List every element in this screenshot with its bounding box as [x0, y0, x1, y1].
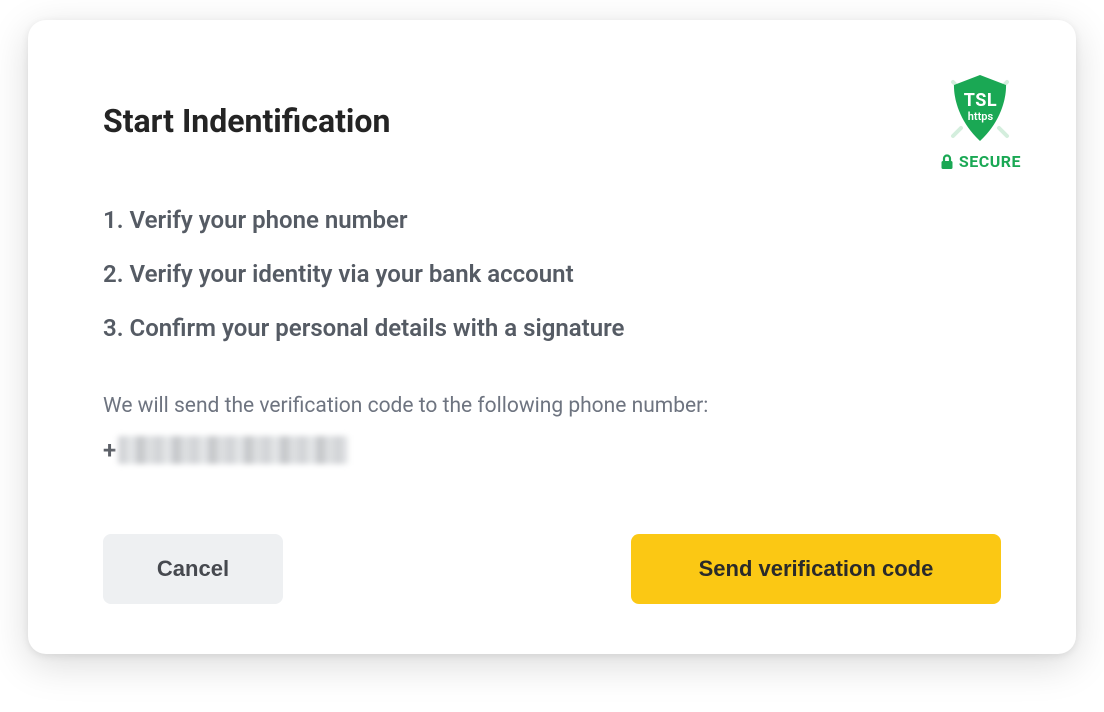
- shield-wrapper: TSL https: [941, 70, 1019, 148]
- shield-line2: https: [964, 111, 997, 123]
- shield-line1: TSL: [964, 92, 997, 111]
- description-text: We will send the verification code to th…: [103, 394, 1001, 418]
- secure-label-text: SECURE: [959, 152, 1021, 171]
- phone-redacted: [118, 436, 348, 464]
- step-item: 2. Verify your identity via your bank ac…: [103, 260, 1001, 288]
- phone-number-row: +: [103, 436, 1001, 464]
- actions-row: Cancel Send verification code: [103, 534, 1001, 604]
- step-item: 3. Confirm your personal details with a …: [103, 314, 1001, 342]
- send-verification-button[interactable]: Send verification code: [631, 534, 1001, 604]
- secure-badge: TSL https SECURE: [940, 70, 1021, 171]
- step-item: 1. Verify your phone number: [103, 206, 1001, 234]
- secure-label: SECURE: [940, 152, 1021, 171]
- lock-icon: [940, 154, 954, 170]
- steps-list: 1. Verify your phone number 2. Verify yo…: [103, 206, 1001, 342]
- shield-text: TSL https: [964, 92, 997, 122]
- page-title: Start Indentification: [103, 102, 390, 140]
- cancel-button[interactable]: Cancel: [103, 534, 283, 604]
- phone-prefix: +: [103, 436, 116, 464]
- identification-card: Start Indentification TSL https: [28, 20, 1076, 654]
- header: Start Indentification: [103, 90, 1001, 140]
